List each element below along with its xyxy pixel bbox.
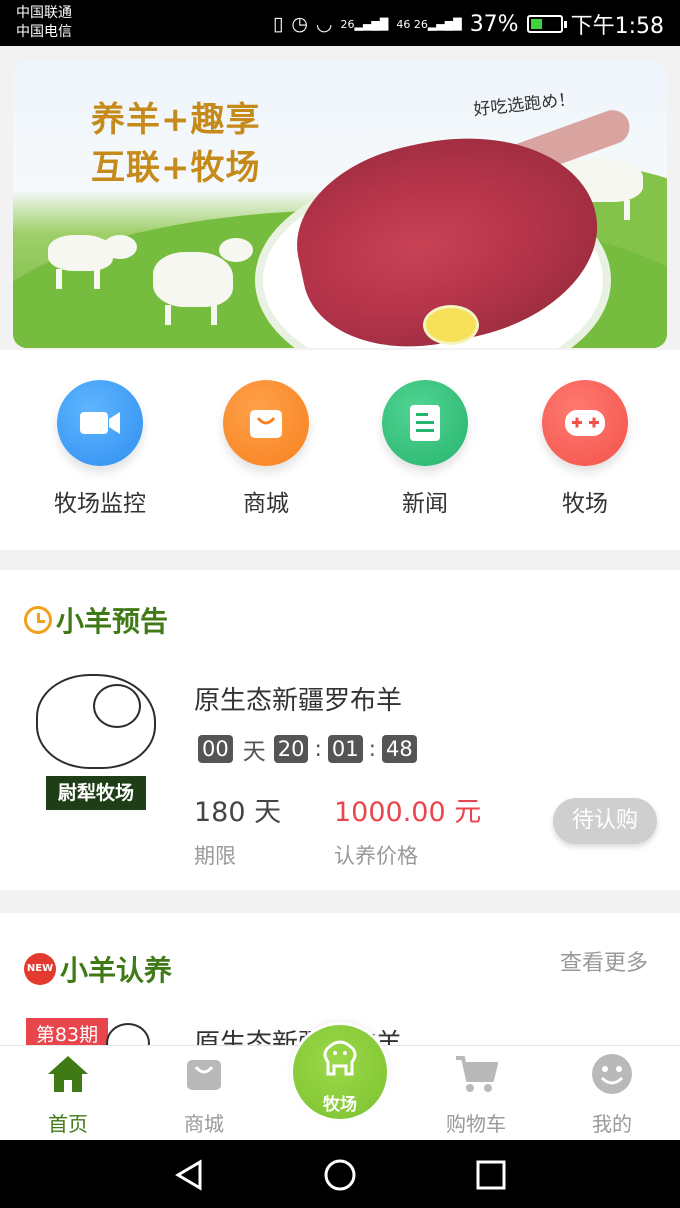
home-icon: [46, 1052, 90, 1096]
smiley-face-icon: [590, 1052, 634, 1096]
presale-title-text: 小羊预告: [56, 605, 169, 638]
tab-mine[interactable]: 我的: [544, 1052, 680, 1137]
network-label-1: 26: [340, 17, 355, 31]
tab-label: 牧场: [323, 1095, 357, 1115]
menu-label: 商城: [243, 491, 289, 517]
home-button[interactable]: [323, 1158, 357, 1192]
menu-label: 牧场: [562, 491, 608, 517]
presale-card: 小羊预告 尉犁牧场 原生态新疆罗布羊 00 天 20 : 01 : 48 180…: [0, 570, 680, 890]
carrier-info: 中国联通 中国电信: [16, 4, 72, 42]
recents-square-icon: [476, 1160, 506, 1190]
status-bar: 中国联通 中国电信 ▯ ◷ ◡ 26▂▄▆█ 46 26▂▄▆█ 37% 下午1…: [0, 0, 680, 46]
pending-adopt-button[interactable]: 待认购: [553, 798, 657, 844]
countdown-seconds: 48: [382, 735, 417, 763]
back-triangle-icon: [175, 1159, 202, 1191]
menu-news[interactable]: 新闻: [345, 380, 505, 518]
countdown-separator: :: [314, 736, 322, 762]
menu-ranch-monitor[interactable]: 牧场监控: [20, 380, 180, 518]
alarm-icon: ◷: [291, 13, 308, 35]
tab-label: 购物车: [446, 1112, 506, 1136]
tab-home[interactable]: 首页: [0, 1052, 136, 1137]
sheep-icon: [320, 1038, 360, 1088]
sheep-logo-icon: [36, 674, 156, 769]
tab-label: 商城: [184, 1112, 224, 1136]
news-document-icon: [382, 380, 468, 466]
banner-headline-1: 养羊+趣享: [91, 100, 261, 140]
countdown-day-unit: 天: [242, 739, 266, 765]
presale-section-title: 小羊预告: [24, 600, 168, 640]
battery-icon: [526, 15, 567, 33]
countdown-hours: 20: [273, 735, 309, 763]
tab-cart[interactable]: 购物车: [408, 1052, 544, 1137]
clock-time: 下午1:58: [570, 14, 664, 39]
system-nav-bar: [0, 1140, 680, 1208]
alarm-clock-icon: [24, 606, 52, 634]
banner-slogan: 好吃选跑め！: [472, 89, 577, 121]
shopping-bag-icon: [223, 380, 309, 466]
countdown-minutes: 01: [327, 735, 363, 763]
tab-label: 我的: [592, 1112, 632, 1136]
sheep-illustration: [153, 238, 253, 325]
menu-label: 牧场监控: [54, 491, 146, 517]
battery-percent: 37%: [469, 11, 519, 37]
sheep-illustration: [48, 235, 137, 289]
vibrate-icon: ▯: [272, 13, 284, 35]
price-label: 认养价格: [334, 844, 418, 868]
product-name[interactable]: 原生态新疆罗布羊: [194, 680, 402, 717]
logo-text: 尉犁牧场: [46, 776, 146, 810]
back-button[interactable]: [172, 1158, 206, 1192]
video-camera-icon: [57, 380, 143, 466]
signal-icon-1: 26▂▄▆█: [340, 17, 389, 31]
menu-ranch[interactable]: 牧场: [505, 380, 665, 518]
promo-banner[interactable]: 养羊+趣享 互联+牧场 好吃选跑め！: [13, 60, 667, 348]
network-label-2: 46 26: [396, 17, 428, 31]
banner-headline-2: 互联+牧场: [91, 148, 261, 188]
ranch-logo[interactable]: 尉犁牧场: [28, 670, 158, 815]
new-badge-icon: NEW: [24, 953, 56, 985]
menu-label: 新闻: [402, 491, 448, 517]
shopping-cart-icon: [454, 1052, 498, 1096]
home-circle-icon: [324, 1159, 356, 1191]
wifi-icon: ◡: [315, 13, 333, 35]
carrier-2: 中国电信: [16, 24, 72, 40]
term-value: 180 天: [194, 797, 282, 828]
countdown-separator: :: [368, 736, 377, 762]
lemon-image: [423, 305, 479, 345]
menu-mall[interactable]: 商城: [186, 380, 346, 518]
tab-ranch-center[interactable]: 牧场: [290, 1022, 390, 1122]
adopt-section-title: NEW 小羊认养: [24, 949, 172, 989]
price-value: 1000.00 元: [334, 797, 482, 828]
gamepad-icon: [542, 380, 628, 466]
category-menu: 牧场监控 商城 新闻 牧场: [0, 350, 680, 550]
view-more-link[interactable]: 查看更多: [560, 945, 648, 977]
shopping-bag-icon: [182, 1052, 226, 1096]
adopt-title-text: 小羊认养: [60, 954, 173, 987]
countdown-days: 00: [198, 735, 233, 763]
tab-mall[interactable]: 商城: [136, 1052, 272, 1137]
tab-label: 首页: [48, 1112, 88, 1136]
status-icons: ▯ ◷ ◡ 26▂▄▆█ 46 26▂▄▆█ 37% 下午1:58: [273, 8, 664, 40]
signal-icon-2: 46 26▂▄▆█: [396, 17, 462, 31]
recents-button[interactable]: [474, 1158, 508, 1192]
term-label: 期限: [194, 844, 236, 868]
countdown-timer: 00 天 20 : 01 : 48: [198, 732, 417, 766]
carrier-1: 中国联通: [16, 5, 72, 21]
